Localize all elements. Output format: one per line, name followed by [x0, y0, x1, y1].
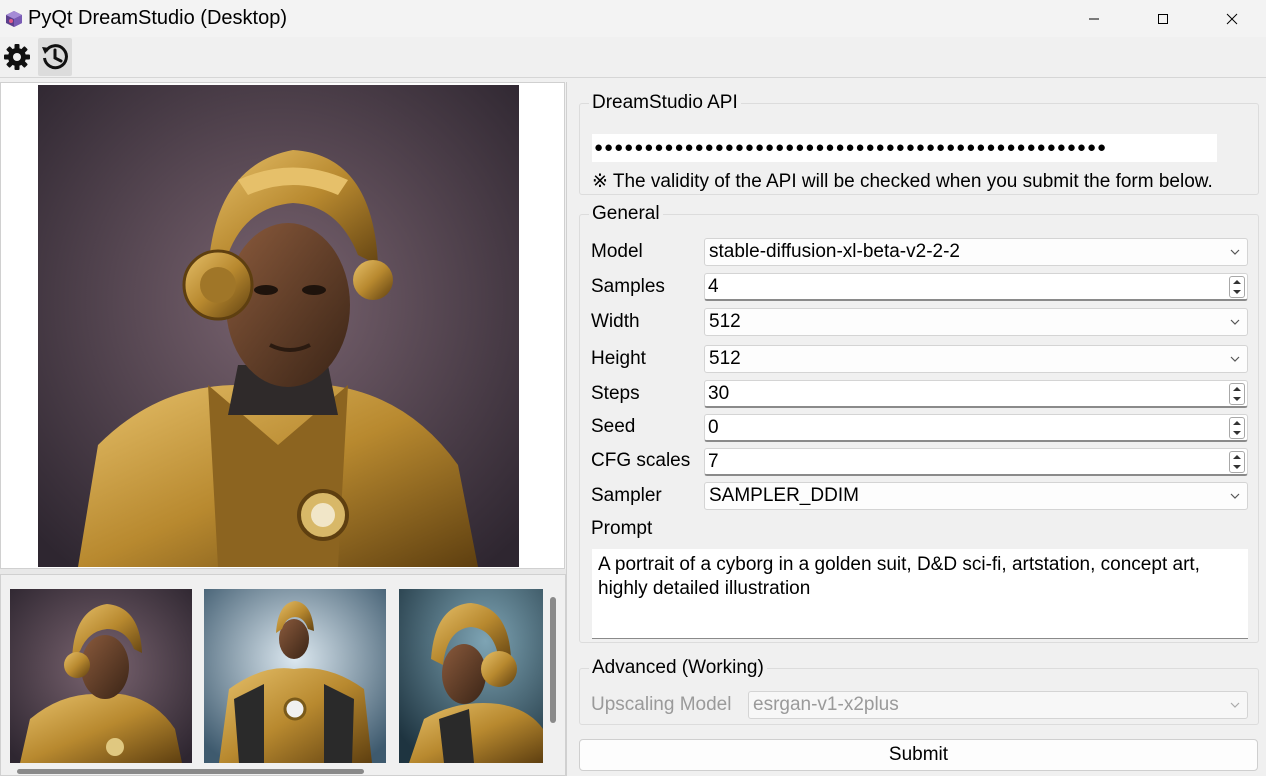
seed-label: Seed: [591, 416, 636, 437]
general-group-title: General: [589, 202, 663, 226]
width-select[interactable]: 512: [704, 308, 1248, 336]
minimize-icon: [1088, 18, 1099, 19]
chevron-down-icon: [1230, 319, 1240, 325]
stepper-down-icon[interactable]: [1230, 462, 1244, 472]
cfg-scales-stepper[interactable]: [1229, 451, 1245, 473]
steps-value: 30: [708, 383, 730, 404]
upscaling-model-label: Upscaling Model: [591, 694, 732, 715]
history-button[interactable]: [38, 38, 72, 76]
height-value: 512: [709, 348, 741, 369]
samples-stepper[interactable]: [1229, 276, 1245, 298]
app-logo-icon: [4, 9, 24, 29]
advanced-group: Advanced (Working) Upscaling Model esrga…: [579, 656, 1259, 725]
chevron-down-icon: [1230, 249, 1240, 255]
minimize-button[interactable]: [1059, 0, 1128, 37]
advanced-group-title: Advanced (Working): [589, 656, 767, 680]
app-window: PyQt DreamStudio (Desktop) DreamStudio A…: [0, 0, 1266, 776]
window-title: PyQt DreamStudio (Desktop): [28, 7, 287, 29]
api-group-title: DreamStudio API: [589, 91, 741, 115]
close-icon: [1226, 13, 1237, 24]
upscaling-model-select[interactable]: esrgan-v1-x2plus: [748, 691, 1248, 719]
settings-button[interactable]: [0, 38, 34, 76]
maximize-icon: [1157, 13, 1168, 24]
close-button[interactable]: [1197, 0, 1266, 37]
model-value: stable-diffusion-xl-beta-v2-2-2: [709, 241, 960, 262]
thumbnail-vertical-scrollbar[interactable]: [550, 597, 556, 723]
panel-divider[interactable]: [566, 82, 567, 776]
api-key-input[interactable]: ●●●●●●●●●●●●●●●●●●●●●●●●●●●●●●●●●●●●●●●●…: [592, 134, 1217, 162]
samples-label: Samples: [591, 276, 665, 297]
samples-value: 4: [708, 276, 719, 297]
thumbnail-1[interactable]: [10, 589, 192, 763]
prompt-label: Prompt: [591, 518, 653, 539]
submit-button[interactable]: Submit: [579, 739, 1258, 771]
image-panel: [0, 82, 566, 776]
thumbnail-2[interactable]: [204, 589, 386, 763]
thumbnail-3[interactable]: [399, 589, 543, 763]
model-select[interactable]: stable-diffusion-xl-beta-v2-2-2: [704, 238, 1248, 266]
api-validity-note: ※ The validity of the API will be checke…: [592, 171, 1213, 192]
steps-label: Steps: [591, 383, 640, 404]
general-group: General Model stable-diffusion-xl-beta-v…: [579, 202, 1259, 643]
stepper-up-icon[interactable]: [1230, 452, 1244, 462]
model-label: Model: [591, 241, 643, 262]
chevron-down-icon: [1230, 702, 1240, 708]
cfg-scales-label: CFG scales: [591, 450, 691, 471]
steps-spinbox[interactable]: 30: [704, 380, 1248, 408]
maximize-button[interactable]: [1128, 0, 1197, 37]
thumbnail-horizontal-scrollbar[interactable]: [17, 769, 364, 774]
width-label: Width: [591, 311, 640, 332]
form-panel: DreamStudio API ●●●●●●●●●●●●●●●●●●●●●●●●…: [570, 82, 1266, 776]
seed-stepper[interactable]: [1229, 417, 1245, 439]
sampler-value: SAMPLER_DDIM: [709, 485, 859, 506]
chevron-down-icon: [1230, 356, 1240, 362]
image-preview: [0, 82, 565, 569]
gear-icon: [4, 44, 30, 70]
stepper-down-icon[interactable]: [1230, 394, 1244, 404]
stepper-up-icon[interactable]: [1230, 277, 1244, 287]
cfg-scales-spinbox[interactable]: 7: [704, 448, 1248, 476]
stepper-up-icon[interactable]: [1230, 418, 1244, 428]
window-controls: [1059, 0, 1266, 37]
cfg-scales-value: 7: [708, 451, 719, 472]
sampler-label: Sampler: [591, 485, 662, 506]
stepper-down-icon[interactable]: [1230, 287, 1244, 297]
chevron-down-icon: [1230, 493, 1240, 499]
history-icon: [42, 44, 68, 70]
seed-value: 0: [708, 417, 719, 438]
sampler-select[interactable]: SAMPLER_DDIM: [704, 482, 1248, 510]
height-label: Height: [591, 348, 646, 369]
upscaling-model-value: esrgan-v1-x2plus: [753, 694, 899, 715]
width-value: 512: [709, 311, 741, 332]
api-group: DreamStudio API ●●●●●●●●●●●●●●●●●●●●●●●●…: [579, 91, 1259, 195]
toolbar: [0, 37, 1266, 78]
seed-spinbox[interactable]: 0: [704, 414, 1248, 442]
steps-stepper[interactable]: [1229, 383, 1245, 405]
thumbnail-strip: [0, 574, 566, 776]
height-select[interactable]: 512: [704, 345, 1248, 373]
stepper-down-icon[interactable]: [1230, 428, 1244, 438]
title-bar: PyQt DreamStudio (Desktop): [0, 0, 1266, 37]
prompt-textarea[interactable]: A portrait of a cyborg in a golden suit,…: [592, 549, 1248, 639]
samples-spinbox[interactable]: 4: [704, 273, 1248, 301]
preview-image: [38, 85, 519, 567]
stepper-up-icon[interactable]: [1230, 384, 1244, 394]
